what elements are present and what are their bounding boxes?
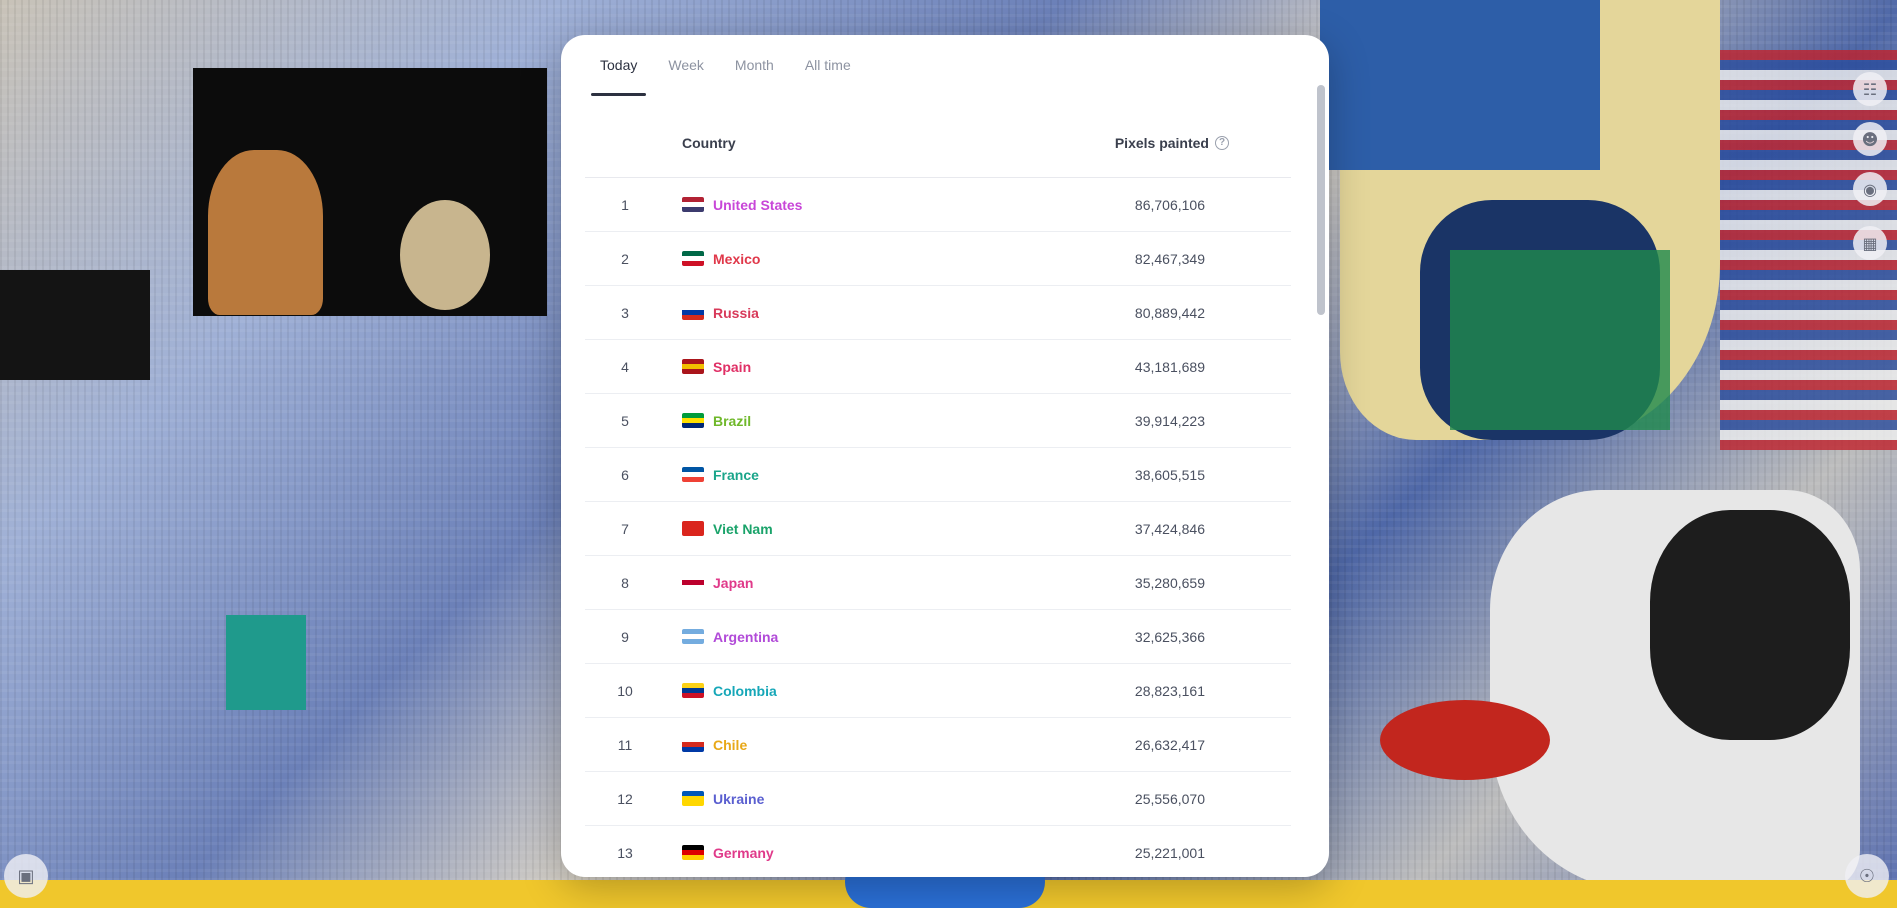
rank-number: 5 [621,412,629,429]
tab-today[interactable]: Today [591,51,647,97]
rank-number: 4 [621,358,629,375]
table-row: 12 Ukraine 25,556,070 [585,772,1291,826]
country-flag-icon [682,791,704,806]
rank-number: 13 [617,844,633,861]
rank-number: 7 [621,520,629,537]
pixels-painted-value: 86,706,106 [1134,196,1205,213]
table-row: 6 France 38,605,515 [585,448,1291,502]
country-name-link[interactable]: Ukraine [713,791,764,807]
table-row: 3 Russia 80,889,442 [585,286,1291,340]
country-flag-icon [682,305,704,320]
country-name-link[interactable]: Spain [713,359,751,375]
country-name-link[interactable]: United States [713,197,802,213]
canvas-artwork-anime-hair [1320,0,1600,170]
rank-number: 9 [621,628,629,645]
table-row: 4 Spain 43,181,689 [585,340,1291,394]
table-row: 5 Brazil 39,914,223 [585,394,1291,448]
canvas-artwork-mecha [226,615,306,710]
table-row: 7 Viet Nam 37,424,846 [585,502,1291,556]
location-icon[interactable]: ☉ [1845,854,1889,898]
column-header-country: Country [682,134,736,151]
pixels-painted-value: 39,914,223 [1134,412,1205,429]
rank-number: 1 [621,196,629,213]
pixels-painted-value: 28,823,161 [1134,682,1205,699]
canvas-artwork-flag-block [1450,250,1670,430]
canvas-artwork-cat-fur [208,150,323,315]
country-name-link[interactable]: Argentina [713,629,778,645]
country-flag-icon [682,197,704,212]
pixels-painted-value: 82,467,349 [1134,250,1205,267]
canvas-artwork-manga-dark [1650,510,1850,740]
country-name-link[interactable]: Germany [713,845,774,861]
table-header: Country Pixels painted ? [585,108,1291,178]
rank-number: 10 [617,682,633,699]
rank-number: 2 [621,250,629,267]
rank-number: 11 [617,736,633,753]
scrollbar[interactable] [1317,85,1325,315]
pixels-painted-value: 26,632,417 [1134,736,1205,753]
country-name-link[interactable]: Russia [713,305,759,321]
canvas-artwork-fish [1380,700,1550,780]
country-flag-icon [682,845,704,860]
column-header-pixels: Pixels painted ? [1115,135,1229,151]
pixels-painted-value: 25,556,070 [1134,790,1205,807]
country-flag-icon [682,629,704,644]
country-name-link[interactable]: Japan [713,575,753,591]
rank-number: 6 [621,466,629,483]
pixels-painted-value: 43,181,689 [1134,358,1205,375]
table-row: 9 Argentina 32,625,366 [585,610,1291,664]
tab-all-time[interactable]: All time [796,51,860,97]
cart-icon[interactable]: ☷ [1853,72,1887,106]
country-name-link[interactable]: Brazil [713,413,751,429]
leaderboard-table: Country Pixels painted ? 1 United States 8… [585,108,1291,877]
leaderboard-icon[interactable]: ▦ [1853,226,1887,260]
pixels-painted-value: 35,280,659 [1134,574,1205,591]
pixels-painted-value: 38,605,515 [1134,466,1205,483]
table-row: 8 Japan 35,280,659 [585,556,1291,610]
canvas-artwork-cat-face [400,200,490,310]
country-name-link[interactable]: Chile [713,737,747,753]
table-row: 10 Colombia 28,823,161 [585,664,1291,718]
country-flag-icon [682,467,704,482]
table-row: 2 Mexico 82,467,349 [585,232,1291,286]
country-flag-icon [682,683,704,698]
layers-icon[interactable]: ▣ [4,854,48,898]
table-row: 13 Germany 25,221,001 [585,826,1291,877]
table-row: 1 United States 86,706,106 [585,178,1291,232]
pixels-painted-value: 80,889,442 [1134,304,1205,321]
question-circle-icon[interactable]: ? [1215,135,1229,150]
country-flag-icon [682,359,704,374]
country-name-link[interactable]: Mexico [713,251,760,267]
leaderboard-modal: Today Week Month All time Country Pixels… [561,35,1329,877]
rank-number: 12 [617,790,633,807]
globe-icon[interactable]: ◉ [1853,172,1887,206]
country-flag-icon [682,575,704,590]
canvas-artwork-frame [0,270,150,380]
rank-number: 3 [621,304,629,321]
users-icon[interactable]: ☻ [1853,122,1887,156]
pixels-painted-value: 25,221,001 [1134,844,1205,861]
country-flag-icon [682,251,704,266]
country-flag-icon [682,521,704,536]
table-row: 11 Chile 26,632,417 [585,718,1291,772]
country-name-link[interactable]: France [713,467,759,483]
rank-number: 8 [621,574,629,591]
table-body: 1 United States 86,706,106 2 Mexico 82,467,34… [585,178,1291,877]
tab-month[interactable]: Month [726,51,783,97]
country-flag-icon [682,737,704,752]
country-name-link[interactable]: Colombia [713,683,777,699]
country-flag-icon [682,413,704,428]
tab-week[interactable]: Week [659,51,713,97]
period-tabs: Today Week Month All time [591,51,873,97]
column-header-pixels-label: Pixels painted [1114,134,1209,151]
country-name-link[interactable]: Viet Nam [713,521,773,537]
pixels-painted-value: 37,424,846 [1134,520,1205,537]
pixels-painted-value: 32,625,366 [1134,628,1205,645]
